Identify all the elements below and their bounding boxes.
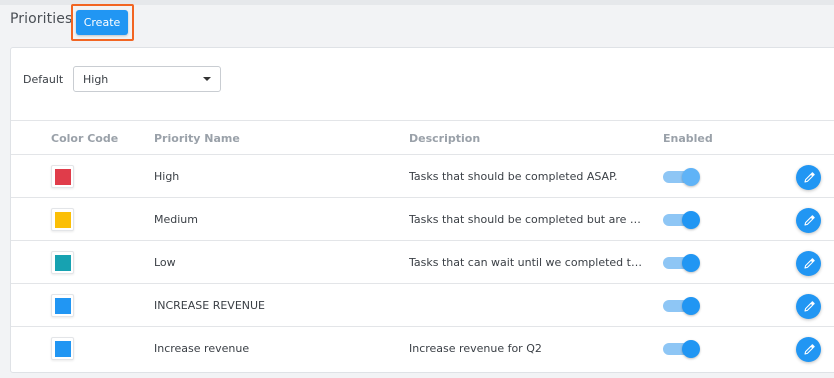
caret-down-icon <box>203 77 211 81</box>
edit-button[interactable] <box>796 208 821 233</box>
edit-button[interactable] <box>796 294 821 319</box>
table-row: Medium Tasks that should be completed bu… <box>11 198 834 241</box>
page-title: Priorities <box>10 11 73 27</box>
pencil-icon <box>803 214 815 226</box>
color-swatch-fill <box>55 212 71 228</box>
pencil-icon <box>803 343 815 355</box>
priority-name: Increase revenue <box>154 342 250 355</box>
priority-description: Tasks that can wait until we completed t… <box>409 256 647 269</box>
enabled-toggle[interactable] <box>663 254 701 272</box>
table-header: Color Code Priority Name Description Ena… <box>11 120 834 155</box>
edit-button[interactable] <box>796 337 821 362</box>
column-header-color-code: Color Code <box>51 132 119 145</box>
default-priority-select[interactable]: High <box>73 66 221 92</box>
column-header-priority-name: Priority Name <box>154 132 240 145</box>
priority-description: Increase revenue for Q2 <box>409 342 542 355</box>
table-row: Increase revenue Increase revenue for Q2 <box>11 327 834 370</box>
priority-name: INCREASE REVENUE <box>154 299 265 312</box>
table-row: INCREASE REVENUE <box>11 284 834 327</box>
enabled-toggle[interactable] <box>663 340 701 358</box>
color-swatch-fill <box>55 341 71 357</box>
create-button[interactable]: Create <box>76 10 128 35</box>
pencil-icon <box>803 300 815 312</box>
pencil-icon <box>803 171 815 183</box>
priority-name: Low <box>154 256 176 269</box>
color-swatch[interactable] <box>51 165 74 188</box>
edit-button[interactable] <box>796 251 821 276</box>
column-header-enabled: Enabled <box>663 132 713 145</box>
color-swatch[interactable] <box>51 208 74 231</box>
default-priority-value: High <box>83 72 109 86</box>
table-row: High Tasks that should be completed ASAP… <box>11 155 834 198</box>
priorities-panel: Default High Color Code Priority Name De… <box>10 47 834 373</box>
table-row: Low Tasks that can wait until we complet… <box>11 241 834 284</box>
color-swatch[interactable] <box>51 251 74 274</box>
edit-button[interactable] <box>796 165 821 190</box>
priority-name: Medium <box>154 213 198 226</box>
color-swatch-fill <box>55 169 71 185</box>
enabled-toggle[interactable] <box>663 168 701 186</box>
enabled-toggle[interactable] <box>663 297 701 315</box>
priority-description: Tasks that should be completed ASAP. <box>409 170 618 183</box>
color-swatch-fill <box>55 298 71 314</box>
priority-description: Tasks that should be completed but are n… <box>409 213 647 226</box>
enabled-toggle[interactable] <box>663 211 701 229</box>
column-header-description: Description <box>409 132 481 145</box>
pencil-icon <box>803 257 815 269</box>
color-swatch[interactable] <box>51 337 74 360</box>
color-swatch[interactable] <box>51 294 74 317</box>
color-swatch-fill <box>55 255 71 271</box>
priority-name: High <box>154 170 180 183</box>
default-label: Default <box>23 73 64 86</box>
